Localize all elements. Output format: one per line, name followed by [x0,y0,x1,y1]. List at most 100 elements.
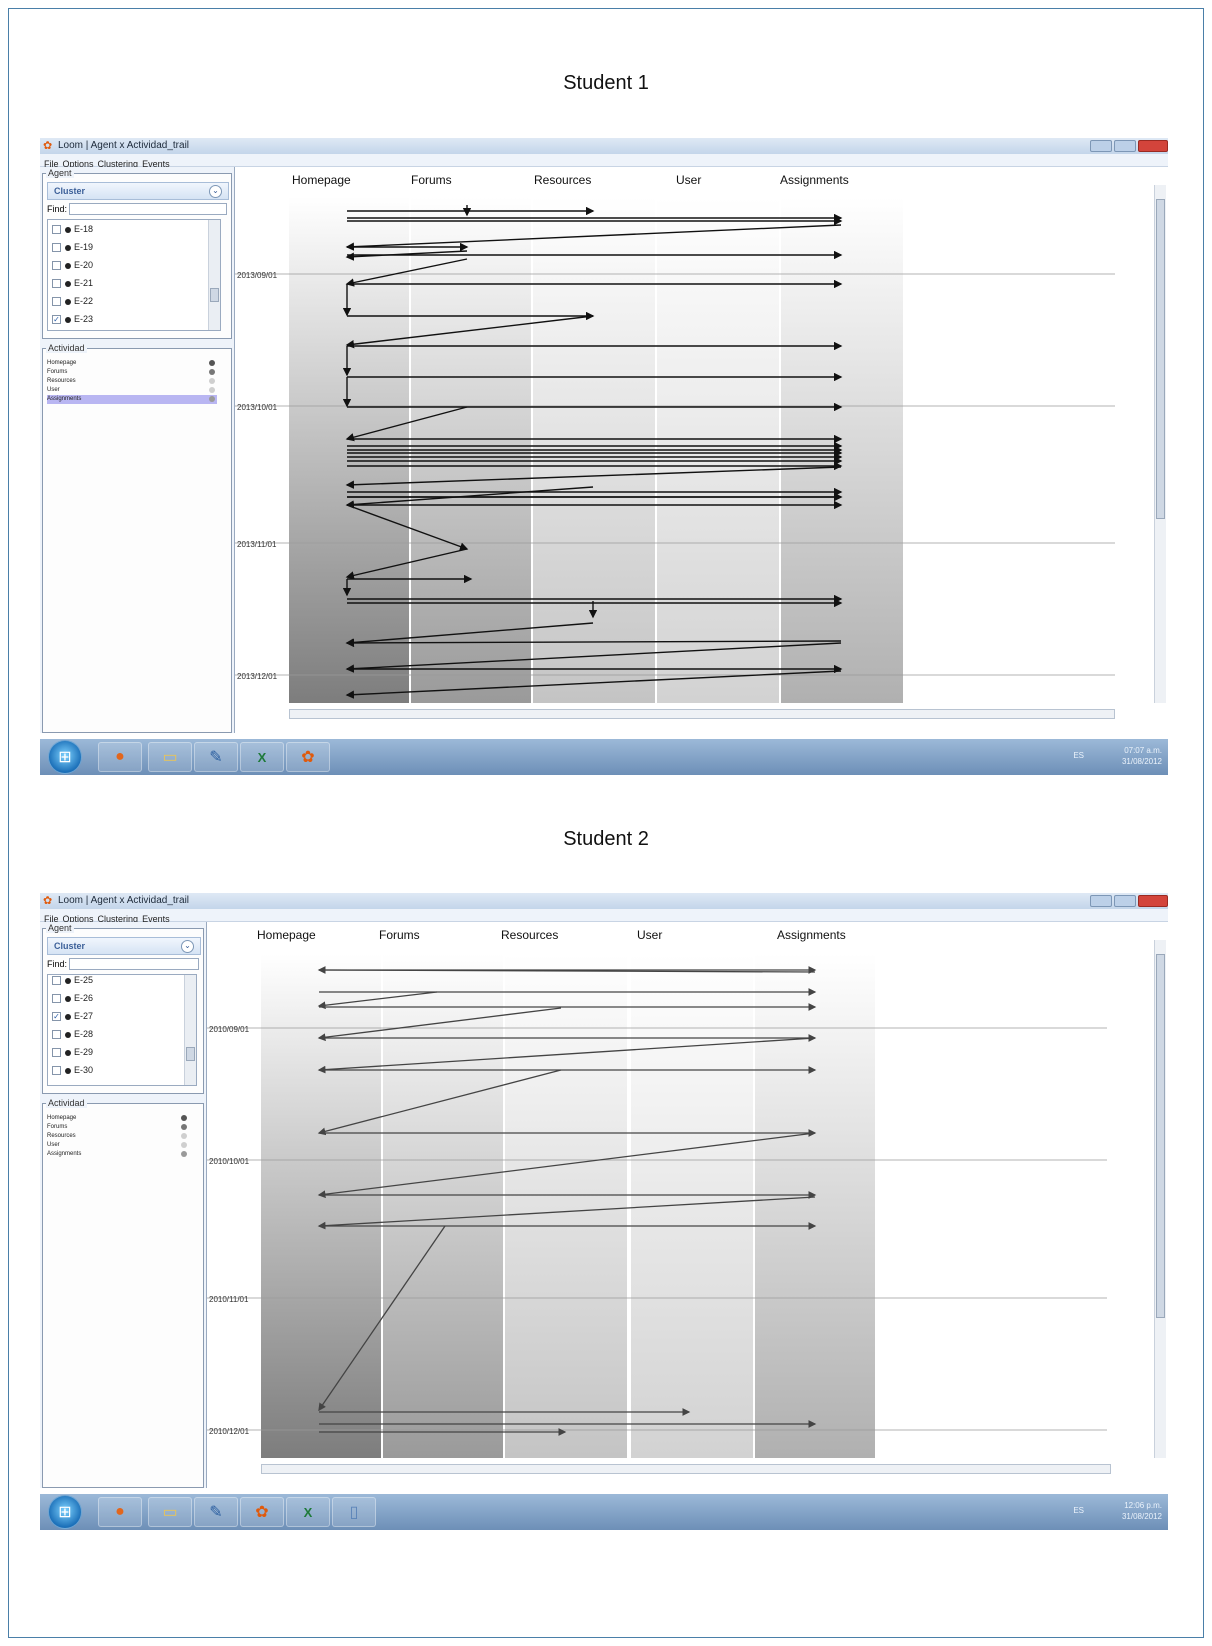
scrollbar-thumb[interactable] [186,1047,195,1061]
agent-checkbox[interactable] [52,243,61,253]
vertical-scrollbar[interactable] [1154,940,1166,1458]
agent-list-scrollbar[interactable] [208,220,220,330]
agent-checkbox[interactable] [52,225,61,235]
vertical-scrollbar[interactable] [1154,185,1166,703]
menu-bar: File Options Clustering Events [40,154,1168,169]
loom-icon[interactable]: ✿ [286,742,330,772]
loom-app-icon: ✿ [43,140,53,152]
find-row: Find: [47,203,229,216]
maximize-button[interactable] [1114,140,1136,152]
scrollbar-thumb[interactable] [210,288,219,302]
chevron-down-icon[interactable]: ⌄ [181,940,194,953]
activity-label: Forums [47,369,68,375]
agent-list-scrollbar[interactable] [184,975,196,1085]
system-tray: ES 12:06 p.m. 31/08/2012 [1073,1500,1162,1522]
agent-checkbox[interactable]: ✓ [52,315,61,325]
agent-item[interactable]: E-28 [52,1029,93,1043]
agent-checkbox[interactable] [52,976,61,986]
activity-color-dot [209,387,215,393]
agent-checkbox[interactable] [52,1048,61,1058]
activity-item-assignments[interactable]: Assignments [47,1150,189,1159]
agent-checkbox[interactable] [52,297,61,307]
agent-item[interactable]: E-26 [52,993,93,1007]
excel-icon[interactable]: X [240,742,284,772]
cluster-selector[interactable]: Cluster ⌄ [47,937,201,955]
agent-item[interactable]: ✓ E-27 [52,1011,93,1025]
activity-item-resources[interactable]: Resources [47,377,217,386]
activity-item-homepage[interactable]: Homepage [47,1114,189,1123]
agent-item[interactable]: E-20 [52,260,93,274]
agent-item[interactable]: E-30 [52,1065,93,1079]
activity-label: Assignments [47,1151,82,1157]
activity-label: Homepage [47,1115,77,1121]
start-orb-icon[interactable]: ⊞ [48,740,82,774]
agent-dot-icon [65,1031,71,1038]
activity-item-forums[interactable]: Forums [47,368,217,377]
agent-label: E-18 [74,224,94,234]
agent-item[interactable]: E-29 [52,1047,93,1061]
cluster-selector[interactable]: Cluster ⌄ [47,182,229,200]
language-indicator[interactable]: ES [1073,751,1084,760]
taskbar: ⊞ ● ▭ ✎ ✿ X ▯ ES 12:06 p.m. 31/08/2012 [40,1494,1168,1530]
scrollbar-thumb[interactable] [1156,199,1165,519]
activity-label: Resources [47,1133,76,1139]
activity-color-dot [181,1124,187,1130]
firefox-icon[interactable]: ● [98,1497,142,1527]
activity-item-assignments[interactable]: Assignments [47,395,217,404]
agent-checkbox[interactable] [52,279,61,289]
activity-item-user[interactable]: User [47,386,217,395]
notes-icon[interactable]: ✎ [194,742,238,772]
language-indicator[interactable]: ES [1073,1506,1084,1515]
agent-item[interactable]: ✓ E-23 [52,314,93,328]
activity-item-resources[interactable]: Resources [47,1132,189,1141]
find-input[interactable] [69,958,199,970]
folder-icon[interactable]: ▭ [148,1497,192,1527]
loom-icon[interactable]: ✿ [240,1497,284,1527]
agent-label: E-22 [74,296,94,306]
agent-item[interactable]: E-22 [52,296,93,310]
document-icon[interactable]: ▯ [332,1497,376,1527]
agent-checkbox[interactable] [52,261,61,271]
agent-item[interactable]: E-21 [52,278,93,292]
agent-item[interactable]: E-18 [52,224,93,238]
agent-checkbox[interactable] [52,1066,61,1076]
firefox-icon[interactable]: ● [98,742,142,772]
window-title: Loom | Agent x Actividad_trail [58,140,190,151]
activity-label: User [47,1142,60,1148]
find-input[interactable] [69,203,227,215]
title-bar: ✿ Loom | Agent x Actividad_trail [40,893,1168,909]
agent-item[interactable]: E-19 [52,242,93,256]
close-button[interactable] [1138,895,1168,907]
activity-color-dot [181,1142,187,1148]
notes-icon[interactable]: ✎ [194,1497,238,1527]
minimize-button[interactable] [1090,140,1112,152]
excel-icon[interactable]: X [286,1497,330,1527]
minimize-button[interactable] [1090,895,1112,907]
horizontal-scrollbar[interactable] [289,709,1115,719]
activity-label: Resources [47,378,76,384]
column-band-assignments [755,954,875,1458]
app-window-student-2: ✿ Loom | Agent x Actividad_trail File Opt… [40,893,1168,1530]
agent-label: E-30 [74,1065,94,1075]
agent-checkbox[interactable]: ✓ [52,1012,61,1022]
activity-item-user[interactable]: User [47,1141,189,1150]
clock-date: 31/08/2012 [1121,1512,1162,1521]
activity-item-forums[interactable]: Forums [47,1123,189,1132]
maximize-button[interactable] [1114,895,1136,907]
agent-checkbox[interactable] [52,994,61,1004]
chevron-down-icon[interactable]: ⌄ [209,185,222,198]
agent-checkbox[interactable] [52,1030,61,1040]
agent-dot-icon [65,1067,71,1074]
left-pane: Agent Cluster ⌄ Find: E-18 E-19 E-20 E-2… [40,167,234,733]
agent-list[interactable]: E-25 E-26 ✓ E-27 E-28 E-29 E-30 [47,974,197,1086]
activity-item-homepage[interactable]: Homepage [47,359,217,368]
horizontal-scrollbar[interactable] [261,1464,1111,1474]
date-label: 2010/12/01 [209,1427,250,1436]
scrollbar-thumb[interactable] [1156,954,1165,1318]
close-button[interactable] [1138,140,1168,152]
agent-item[interactable]: E-25 [52,975,93,989]
start-orb-icon[interactable]: ⊞ [48,1495,82,1529]
agent-group-label: Agent [46,168,74,178]
folder-icon[interactable]: ▭ [148,742,192,772]
agent-list[interactable]: E-18 E-19 E-20 E-21 E-22 ✓ E-23 [47,219,221,331]
